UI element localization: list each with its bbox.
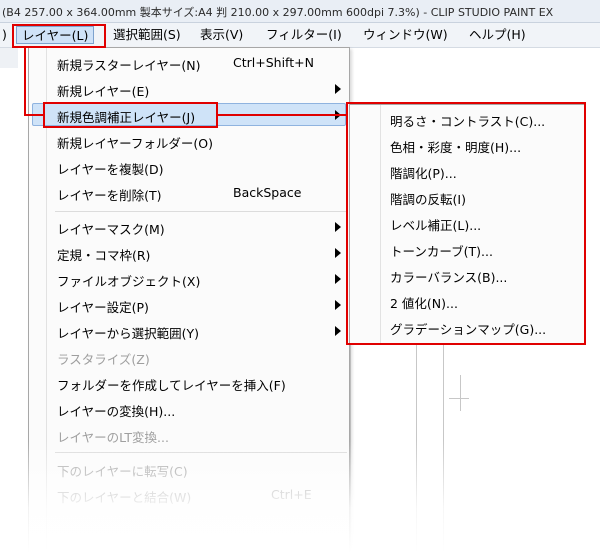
menu-item-label: グラデーションマップ(G)... — [390, 322, 547, 337]
correction-layer-submenu: 明るさ・コントラスト(C)... 色相・彩度・明度(H)... 階調化(P)..… — [349, 104, 585, 345]
menu-item-rasterize[interactable]: ラスタライズ(Z) — [29, 344, 349, 369]
menu-item-ruler-frame[interactable]: 定規・コマ枠(R) — [29, 240, 349, 265]
menu-help[interactable]: ヘルプ(H) — [469, 26, 526, 44]
submenu-arrow-icon — [335, 248, 341, 258]
menu-item-label: 階調化(P)... — [390, 166, 457, 181]
menu-item-label: レイヤーの変換(H)... — [57, 404, 176, 419]
menu-item-delete-layer[interactable]: レイヤーを削除(T) BackSpace — [29, 180, 349, 205]
menu-window[interactable]: ウィンドウ(W) — [363, 26, 448, 44]
menu-item-merge-down[interactable]: 下のレイヤーと結合(W) Ctrl+E — [29, 482, 349, 507]
menu-item-shortcut: Ctrl+E — [271, 487, 312, 502]
menu-item-label: 2 値化(N)... — [390, 296, 458, 311]
layer-menu: 新規ラスターレイヤー(N) Ctrl+Shift+N 新規レイヤー(E) 新規色… — [28, 47, 350, 553]
submenu-arrow-icon — [335, 274, 341, 284]
submenu-item-gradient-map[interactable]: グラデーションマップ(G)... — [350, 314, 584, 340]
menu-item-label: 階調の反転(I) — [390, 192, 466, 207]
menu-item-file-object[interactable]: ファイルオブジェクト(X) — [29, 266, 349, 291]
menu-item-label: 定規・コマ枠(R) — [57, 248, 151, 263]
menu-layer[interactable]: レイヤー(L) — [16, 26, 95, 44]
submenu-item-tone-curve[interactable]: トーンカーブ(T)... — [350, 236, 584, 262]
menu-item-transfer-down[interactable]: 下のレイヤーに転写(C) — [29, 456, 349, 481]
window-title: (B4 257.00 x 364.00mm 製本サイズ:A4 判 210.00 … — [2, 6, 554, 19]
menu-item-label: 新規レイヤー(E) — [57, 84, 150, 99]
submenu-item-hue-saturation[interactable]: 色相・彩度・明度(H)... — [350, 132, 584, 158]
menu-item-duplicate-layer[interactable]: レイヤーを複製(D) — [29, 154, 349, 179]
menu-item-label: 新規ラスターレイヤー(N) — [57, 58, 201, 73]
submenu-item-color-balance[interactable]: カラーバランス(B)... — [350, 262, 584, 288]
submenu-item-posterize[interactable]: 階調化(P)... — [350, 158, 584, 184]
menu-item-label: レイヤーのLT変換... — [57, 430, 169, 445]
menu-bar-item-prev[interactable]: ) — [2, 26, 7, 44]
menu-item-label: 新規レイヤーフォルダー(O) — [57, 136, 213, 151]
menu-item-label: レイヤーマスク(M) — [57, 222, 165, 237]
submenu-arrow-icon — [335, 84, 341, 94]
menu-item-label: レベル補正(L)... — [390, 218, 482, 233]
menu-item-label: フォルダーを作成してレイヤーを挿入(F) — [57, 378, 286, 393]
menu-bar: ) レイヤー(L) 選択範囲(S) 表示(V) フィルター(I) ウィンドウ(W… — [0, 23, 600, 48]
canvas-area[interactable] — [350, 345, 481, 553]
menu-view[interactable]: 表示(V) — [200, 26, 243, 44]
annotation-connector — [24, 114, 44, 116]
menu-item-shortcut: Ctrl+Shift+N — [233, 55, 314, 70]
submenu-item-brightness-contrast[interactable]: 明るさ・コントラスト(C)... — [350, 106, 584, 132]
menu-item-label: レイヤー設定(P) — [57, 300, 149, 315]
menu-item-label: レイヤーを複製(D) — [57, 162, 164, 177]
frame-line — [416, 345, 417, 553]
menu-item-label: ラスタライズ(Z) — [57, 352, 150, 367]
menu-item-label: レイヤーを削除(T) — [57, 188, 162, 203]
submenu-item-invert[interactable]: 階調の反転(I) — [350, 184, 584, 210]
menu-item-layer-settings[interactable]: レイヤー設定(P) — [29, 292, 349, 317]
menu-selection[interactable]: 選択範囲(S) — [113, 26, 181, 44]
menu-item-label: トーンカーブ(T)... — [390, 244, 493, 259]
menu-item-label: レイヤーから選択範囲(Y) — [57, 326, 200, 341]
menu-item-label: ファイルオブジェクト(X) — [57, 274, 201, 289]
submenu-arrow-icon — [335, 326, 341, 336]
menu-item-shortcut: BackSpace — [233, 185, 302, 200]
toolbar-fragment — [0, 48, 18, 68]
menu-item-new-raster-layer[interactable]: 新規ラスターレイヤー(N) Ctrl+Shift+N — [29, 50, 349, 75]
menu-separator — [55, 452, 347, 453]
crosshair-mark — [449, 398, 469, 399]
menu-item-label: 下のレイヤーに転写(C) — [57, 464, 188, 479]
menu-item-label: 下のレイヤーと結合(W) — [57, 490, 192, 505]
menu-item-label: 新規色調補正レイヤー(J) — [57, 110, 196, 125]
menu-item-label: カラーバランス(B)... — [390, 270, 508, 285]
crosshair-mark — [460, 375, 461, 411]
menu-item-lt-convert[interactable]: レイヤーのLT変換... — [29, 422, 349, 447]
submenu-item-binarize[interactable]: 2 値化(N)... — [350, 288, 584, 314]
annotation-connector — [24, 48, 26, 116]
title-bar: (B4 257.00 x 364.00mm 製本サイズ:A4 判 210.00 … — [0, 0, 600, 23]
menu-item-new-layer-folder[interactable]: 新規レイヤーフォルダー(O) — [29, 128, 349, 153]
menu-item-convert-layer[interactable]: レイヤーの変換(H)... — [29, 396, 349, 421]
annotation-connector — [218, 114, 346, 116]
menu-filter[interactable]: フィルター(I) — [266, 26, 342, 44]
menu-item-layer-mask[interactable]: レイヤーマスク(M) — [29, 214, 349, 239]
submenu-item-levels[interactable]: レベル補正(L)... — [350, 210, 584, 236]
submenu-arrow-icon — [335, 300, 341, 310]
menu-item-new-layer[interactable]: 新規レイヤー(E) — [29, 76, 349, 101]
menu-item-create-folder-insert[interactable]: フォルダーを作成してレイヤーを挿入(F) — [29, 370, 349, 395]
menu-separator — [55, 211, 347, 212]
menu-item-selection-from-layer[interactable]: レイヤーから選択範囲(Y) — [29, 318, 349, 343]
submenu-arrow-icon — [335, 222, 341, 232]
frame-line — [443, 345, 444, 553]
menu-item-label: 明るさ・コントラスト(C)... — [390, 114, 546, 129]
menu-item-label: 色相・彩度・明度(H)... — [390, 140, 522, 155]
